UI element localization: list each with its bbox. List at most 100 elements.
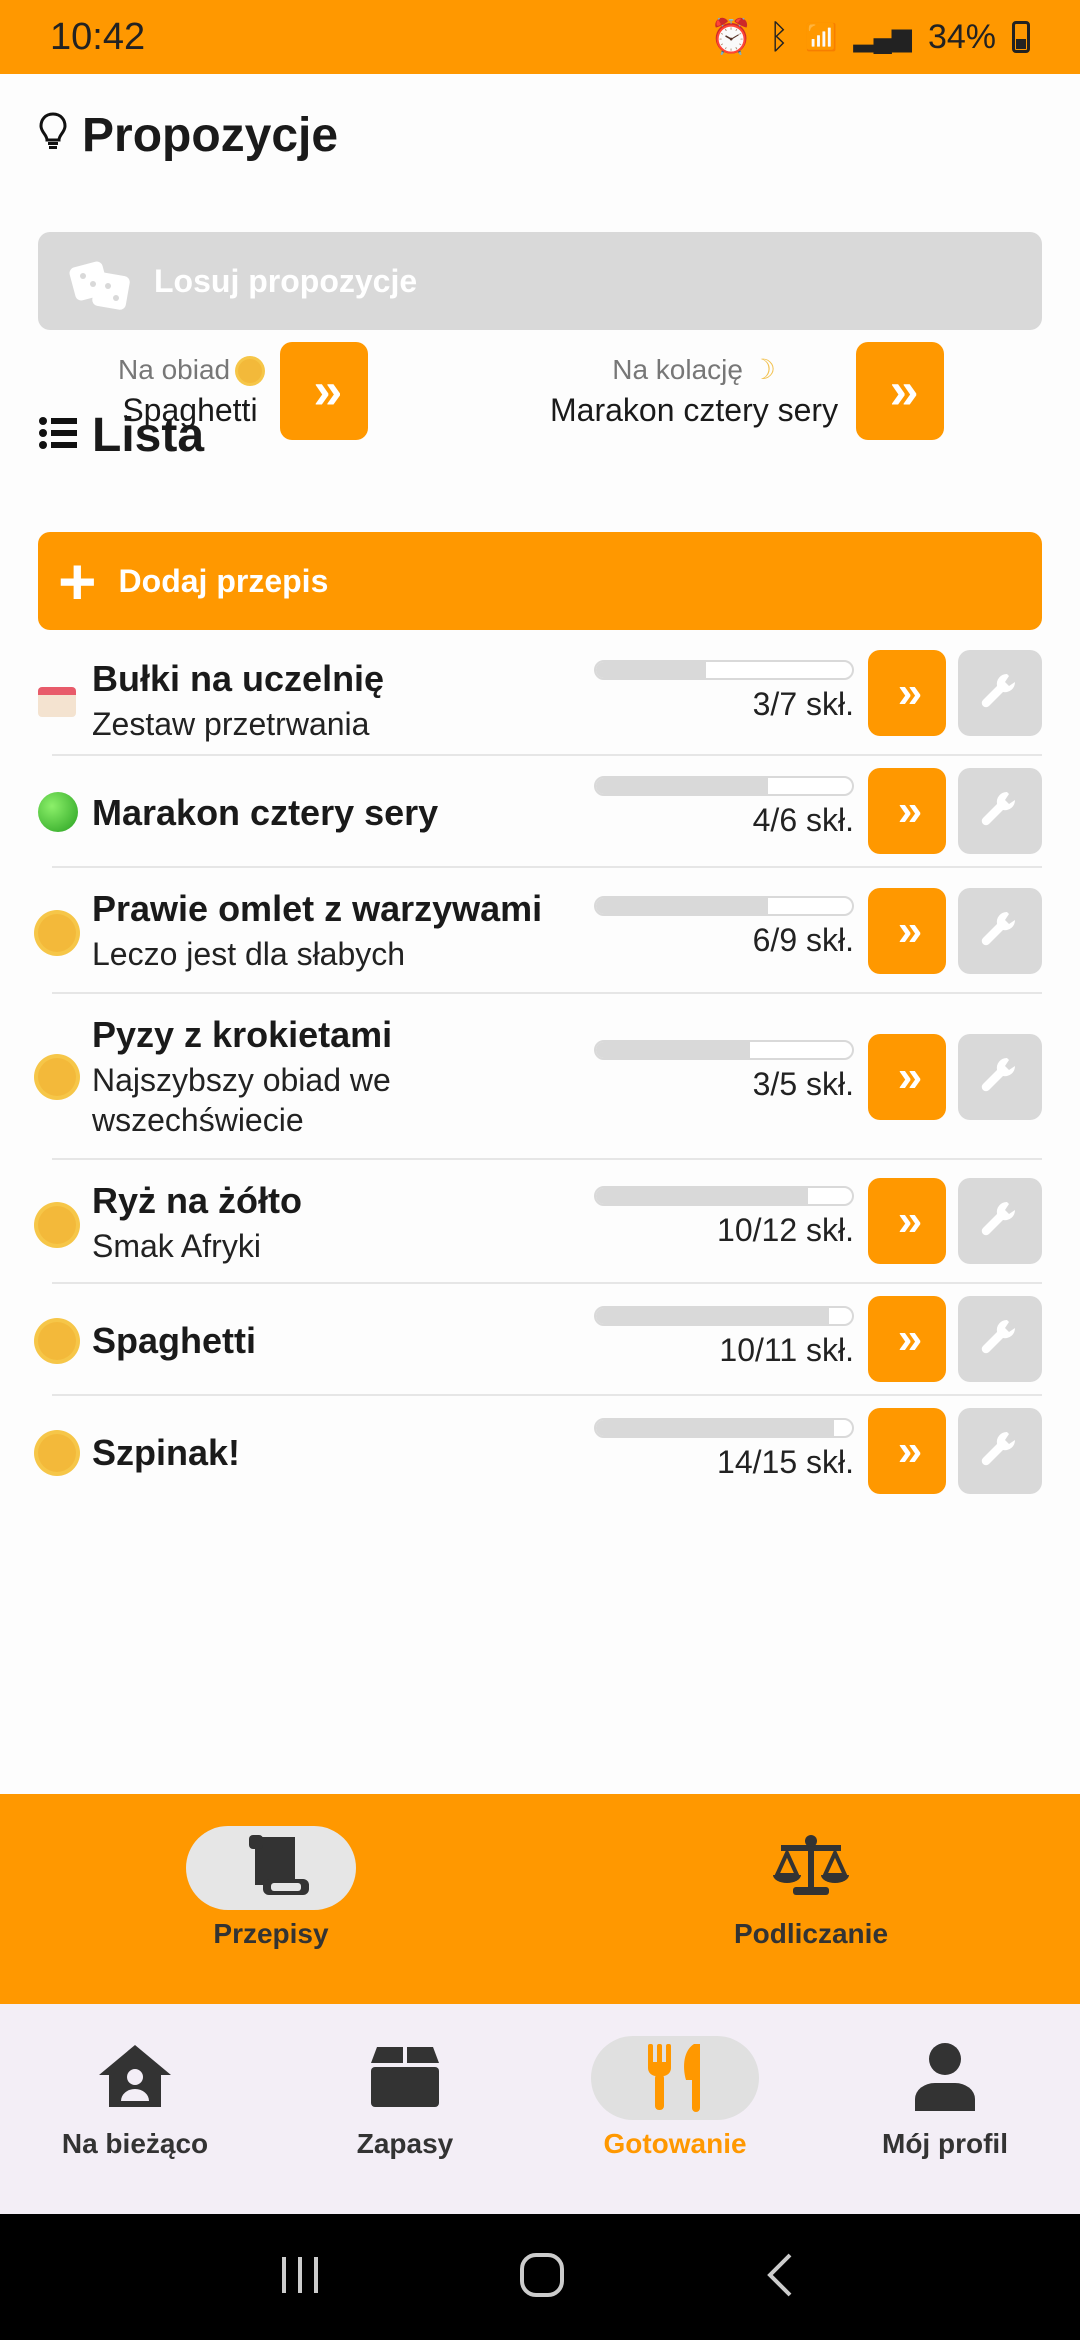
edit-recipe-button[interactable] bbox=[958, 1296, 1042, 1382]
progress-bar bbox=[594, 1040, 854, 1060]
open-recipe-button[interactable]: » bbox=[868, 1296, 946, 1382]
recipe-name: Pyzy z krokietami bbox=[92, 1014, 393, 1055]
sun-icon bbox=[38, 1434, 76, 1481]
list-title: Lista bbox=[92, 409, 205, 462]
recipe-subtitle: Smak Afryki bbox=[92, 1228, 261, 1264]
subtab-summary-label: Podliczanie bbox=[733, 1918, 889, 1949]
list-item[interactable]: Marakon cztery sery 4/6 skł. » bbox=[0, 756, 1080, 868]
back-icon[interactable] bbox=[762, 2251, 802, 2304]
ingredient-count: 10/12 skł. bbox=[717, 1212, 854, 1248]
list-header: Lista bbox=[38, 408, 204, 463]
wrench-icon bbox=[977, 1426, 1023, 1477]
proposals-header: Propozycje bbox=[38, 108, 338, 163]
list-item[interactable]: Pyzy z krokietami Najszybszy obiad we ws… bbox=[0, 994, 1080, 1160]
edit-recipe-button[interactable] bbox=[958, 1408, 1042, 1494]
cooking-subtabs: Przepisy Podliczanie bbox=[0, 1794, 1080, 2004]
edit-recipe-button[interactable] bbox=[958, 888, 1042, 974]
home-icon[interactable] bbox=[518, 2251, 566, 2304]
wrench-icon bbox=[977, 668, 1023, 719]
signal-icon: ▂▄▆ bbox=[853, 21, 912, 52]
nav-cooking[interactable]: Gotowanie bbox=[540, 2036, 810, 2160]
bottom-navigation: Na bieżąco Zapasy Gotowanie Mój profil bbox=[0, 2004, 1080, 2214]
random-proposals-button[interactable]: Losuj propozycje bbox=[38, 232, 1042, 330]
dinner-label: Na kolację bbox=[612, 354, 743, 385]
ingredient-count: 3/5 skł. bbox=[752, 1066, 854, 1102]
box-icon bbox=[365, 2041, 445, 2116]
list-icon bbox=[38, 408, 78, 463]
subtab-recipes[interactable]: Przepisy bbox=[136, 1826, 406, 1950]
edit-recipe-button[interactable] bbox=[958, 650, 1042, 736]
open-recipe-button[interactable]: » bbox=[868, 888, 946, 974]
nav-profile[interactable]: Mój profil bbox=[810, 2036, 1080, 2160]
progress-bar bbox=[594, 1186, 854, 1206]
recipe-name: Bułki na uczelnię bbox=[92, 658, 385, 699]
person-icon bbox=[910, 2041, 980, 2116]
wrench-icon bbox=[977, 1196, 1023, 1247]
list-item[interactable]: Szpinak! 14/15 skł. » bbox=[0, 1396, 1080, 1506]
recipe-name: Marakon cztery sery bbox=[92, 792, 439, 833]
ingredient-count: 10/11 skł. bbox=[719, 1332, 854, 1368]
nav-profile-label: Mój profil bbox=[882, 2128, 1008, 2159]
green-circle-icon bbox=[38, 792, 78, 841]
status-bar: 10:42 ⏰ ᛒ 📶 ▂▄▆ 34% bbox=[0, 0, 1080, 74]
list-item[interactable]: Prawie omlet z warzywami Leczo jest dla … bbox=[0, 868, 1080, 994]
moon-icon: ☽ bbox=[750, 354, 776, 385]
cake-icon bbox=[38, 684, 76, 726]
open-recipe-button[interactable]: » bbox=[868, 1034, 946, 1120]
sun-icon bbox=[38, 1206, 76, 1253]
sun-icon bbox=[38, 1322, 76, 1369]
edit-recipe-button[interactable] bbox=[958, 1178, 1042, 1264]
recent-apps-icon[interactable] bbox=[278, 2253, 322, 2302]
recipe-name: Prawie omlet z warzywami bbox=[92, 888, 543, 929]
ingredient-count: 6/9 skł. bbox=[752, 922, 854, 958]
main-content: Propozycje Losuj propozycje Na obiad Spa… bbox=[0, 74, 1080, 1794]
open-recipe-button[interactable]: » bbox=[868, 1408, 946, 1494]
list-item[interactable]: Ryż na żółto Smak Afryki 10/12 skł. » bbox=[0, 1160, 1080, 1284]
open-recipe-button[interactable]: » bbox=[868, 1178, 946, 1264]
scale-icon bbox=[767, 1831, 855, 1906]
status-time: 10:42 bbox=[50, 15, 146, 58]
add-recipe-label: Dodaj przepis bbox=[118, 562, 329, 599]
edit-recipe-button[interactable] bbox=[958, 768, 1042, 854]
ingredient-count: 14/15 skł. bbox=[717, 1444, 854, 1480]
sun-icon bbox=[38, 1058, 76, 1105]
open-recipe-button[interactable]: » bbox=[868, 768, 946, 854]
list-item[interactable]: Bułki na uczelnię Zestaw przetrwania 3/7… bbox=[0, 646, 1080, 756]
subtab-summary[interactable]: Podliczanie bbox=[676, 1826, 946, 1950]
sun-icon bbox=[38, 914, 76, 961]
nav-stock[interactable]: Zapasy bbox=[270, 2036, 540, 2160]
lunch-label: Na obiad bbox=[118, 353, 231, 385]
progress-bar bbox=[594, 660, 854, 680]
nav-cooking-label: Gotowanie bbox=[603, 2128, 747, 2159]
battery-percent: 34% bbox=[927, 17, 996, 56]
nav-current-label: Na bieżąco bbox=[61, 2128, 209, 2159]
wrench-icon bbox=[977, 1052, 1023, 1103]
nav-stock-label: Zapasy bbox=[356, 2128, 454, 2159]
proposals-title: Propozycje bbox=[82, 109, 339, 162]
nav-current[interactable]: Na bieżąco bbox=[0, 2036, 270, 2160]
battery-icon bbox=[1012, 21, 1030, 53]
edit-recipe-button[interactable] bbox=[958, 1034, 1042, 1120]
progress-bar bbox=[594, 1306, 854, 1326]
bluetooth-icon: ᛒ bbox=[768, 17, 790, 56]
dinner-value: Marakon cztery sery bbox=[550, 392, 839, 428]
progress-bar bbox=[594, 1418, 854, 1438]
home-user-icon bbox=[95, 2041, 175, 2116]
wifi-icon: 📶 bbox=[805, 21, 838, 52]
dinner-suggestion: Na kolację ☽ Marakon cztery sery » bbox=[550, 342, 945, 440]
scroll-icon bbox=[227, 1831, 315, 1906]
add-recipe-button[interactable]: + Dodaj przepis bbox=[38, 532, 1042, 630]
list-item[interactable]: Spaghetti 10/11 skł. » bbox=[0, 1284, 1080, 1396]
open-recipe-button[interactable]: » bbox=[868, 650, 946, 736]
utensils-icon bbox=[640, 2040, 710, 2117]
ingredient-count: 3/7 skł. bbox=[752, 686, 854, 722]
lunch-go-button[interactable]: » bbox=[279, 342, 368, 440]
alarm-icon: ⏰ bbox=[710, 18, 753, 56]
plus-icon: + bbox=[58, 544, 97, 618]
dinner-go-button[interactable]: » bbox=[856, 342, 945, 440]
subtab-recipes-label: Przepisy bbox=[213, 1918, 329, 1949]
recipe-subtitle: Zestaw przetrwania bbox=[92, 706, 370, 742]
system-navigation-bar bbox=[0, 2214, 1080, 2340]
wrench-icon bbox=[977, 786, 1023, 837]
recipe-subtitle: Leczo jest dla słabych bbox=[92, 936, 406, 972]
